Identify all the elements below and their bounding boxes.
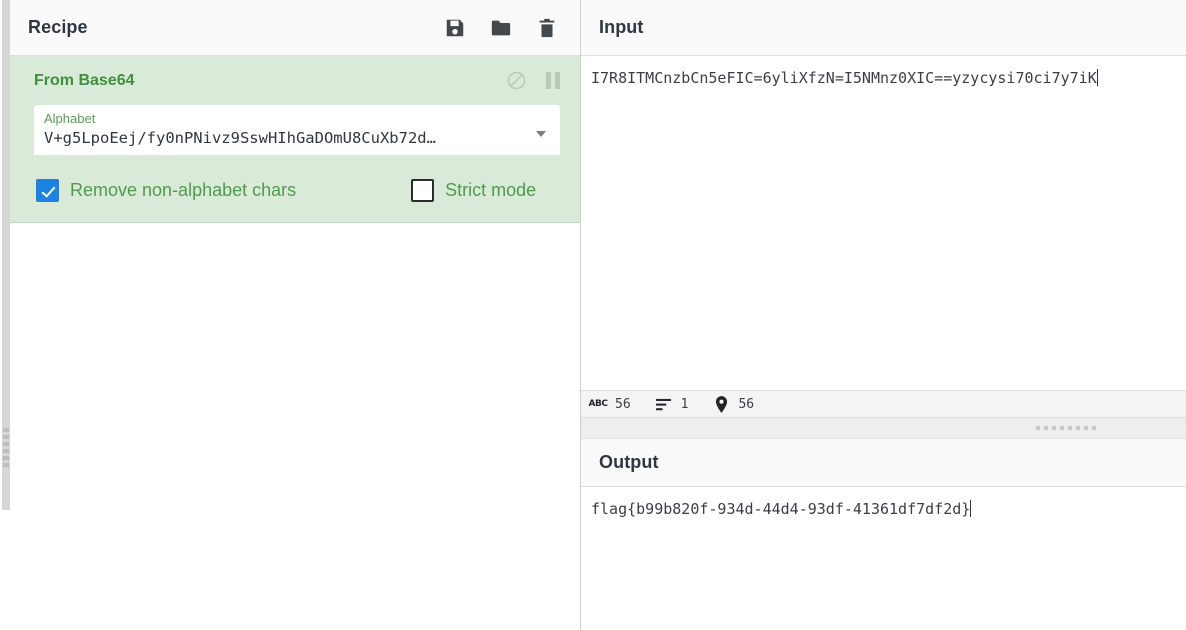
operation-checkboxes: Remove non-alphabet chars Strict mode [36,179,564,202]
abc-icon: ABC [588,399,608,409]
grip-dot [1060,426,1064,430]
grip-dot [3,463,9,467]
alphabet-label: Alphabet [44,111,96,126]
grip-dot [3,456,9,460]
checkbox-remove-non-alphabet-chars[interactable]: Remove non-alphabet chars [36,179,296,202]
grip-dot [1076,426,1080,430]
grip-dot [3,435,9,439]
alphabet-value[interactable]: V+g5LpoEej/fy0nPNivz9SswHIhGaDOmU8CuXb72… [44,127,526,149]
status-length-value: 56 [615,396,631,412]
input-status-bar: ABC 56 1 56 [581,390,1186,418]
save-icon[interactable] [444,17,466,39]
output-header: Output [581,439,1186,487]
operation-controls [506,70,560,91]
grip-dot [3,449,9,453]
grip-dot [1068,426,1072,430]
chevron-down-icon[interactable] [536,131,546,137]
input-section: Input I7R8ITMCnzbCn5eFIC=6yliXfzN=I5NMnz… [581,0,1186,418]
lines-icon [655,398,673,411]
grip-dot [3,442,9,446]
output-text[interactable]: flag{b99b820f-934d-44d4-93df-41361df7df2… [591,500,970,518]
status-lines: 1 [655,396,689,412]
recipe-header: Recipe [10,0,580,56]
grip-dot [1092,426,1096,430]
checkbox-box-checked[interactable] [36,179,59,202]
io-splitter[interactable] [581,418,1186,439]
checkbox-strict-mode[interactable]: Strict mode [411,179,536,202]
disable-circle-slash-icon[interactable] [506,70,527,91]
status-position-value: 56 [738,396,755,412]
checkbox-label: Strict mode [445,180,537,200]
output-title: Output [599,452,659,472]
recipe-operation-list[interactable]: From Base64 Alphabet V+g5LpoEej/fy0nPNiv… [10,56,580,630]
left-splitter-grip[interactable] [3,428,9,467]
grip-dot [1052,426,1056,430]
pause-bar [546,72,551,89]
grip-dot [1036,426,1040,430]
input-title: Input [599,17,644,37]
pause-icon[interactable] [546,72,560,89]
io-pane: Input I7R8ITMCnzbCn5eFIC=6yliXfzN=I5NMnz… [581,0,1186,630]
input-text[interactable]: I7R8ITMCnzbCn5eFIC=6yliXfzN=I5NMnz0XIC==… [591,69,1097,87]
left-splitter-rail[interactable] [0,0,10,630]
checkbox-box-unchecked[interactable] [411,179,435,202]
output-textarea[interactable]: flag{b99b820f-934d-44d4-93df-41361df7df2… [581,487,1186,630]
input-header: Input [581,0,1186,56]
recipe-toolbar [444,17,558,39]
io-splitter-grip[interactable] [1036,426,1096,430]
alphabet-argument[interactable]: Alphabet V+g5LpoEej/fy0nPNivz9SswHIhGaDO… [34,105,560,155]
recipe-title: Recipe [28,17,88,37]
grip-dot [1084,426,1088,430]
operation-title: From Base64 [34,71,135,89]
output-caret [970,500,972,517]
grip-dot [3,428,9,432]
status-length: ABC 56 [589,397,631,412]
cyberchef-app: Recipe From Base64 Alphabet V+g5LpoEej/f… [0,0,1186,630]
input-textarea[interactable]: I7R8ITMCnzbCn5eFIC=6yliXfzN=I5NMnz0XIC==… [581,56,1186,390]
checkbox-label: Remove non-alphabet chars [70,180,297,200]
pause-bar [555,72,560,89]
output-section: Output flag{b99b820f-934d-44d4-93df-4136… [581,439,1186,630]
trash-icon[interactable] [536,17,558,39]
status-lines-value: 1 [680,396,689,412]
recipe-pane: Recipe From Base64 Alphabet V+g5LpoEej/f… [10,0,581,630]
map-pin-icon [712,395,730,413]
operation-header: From Base64 [26,70,564,91]
operation-from-base64[interactable]: From Base64 Alphabet V+g5LpoEej/fy0nPNiv… [10,56,580,223]
status-position: 56 [712,395,755,413]
folder-icon[interactable] [490,17,512,39]
grip-dot [1044,426,1048,430]
